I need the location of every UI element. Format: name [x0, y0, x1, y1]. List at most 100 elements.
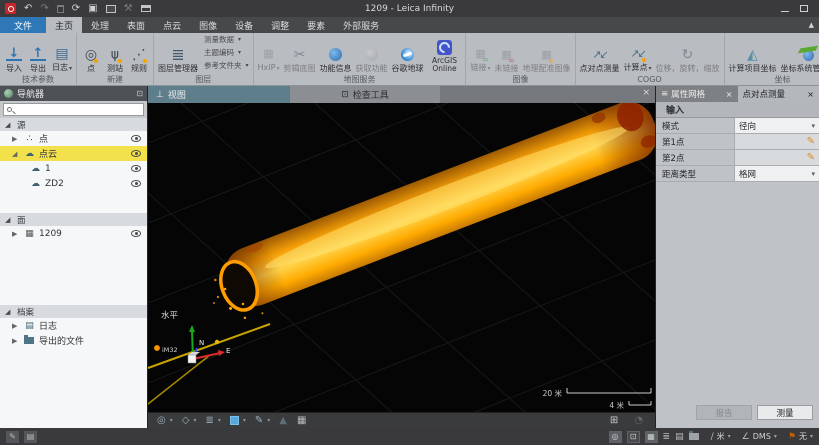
tab-point-to-point[interactable]: 点对点测量 ×: [738, 86, 819, 102]
render-mode-icon[interactable]: ◇: [182, 416, 190, 426]
view-orientation-icon[interactable]: ◎: [157, 416, 166, 426]
toggle-inspector-icon[interactable]: ⊡: [627, 431, 640, 443]
mode-select[interactable]: 径向▾: [734, 118, 819, 133]
tab-images[interactable]: 图像: [190, 17, 226, 33]
zoom-extents-icon[interactable]: ⊞: [610, 416, 618, 426]
distance-unit-selector[interactable]: ∕ 米 ▾: [711, 431, 731, 442]
minimize-button[interactable]: [781, 11, 789, 12]
compute-project-coords-button[interactable]: ◭ 计算项目坐标: [727, 34, 779, 74]
grid-toggle-icon[interactable]: ▦: [297, 416, 306, 426]
arcgis-online-button[interactable]: ArcGIS Online: [425, 34, 463, 74]
tab-processing[interactable]: 处理: [82, 17, 118, 33]
restore-button[interactable]: [800, 5, 808, 12]
pencil-icon[interactable]: ✎: [807, 152, 815, 163]
report-button[interactable]: 报告: [696, 405, 752, 420]
tree-item-exported-files[interactable]: ▶ 导出的文件: [0, 333, 147, 348]
delete-icon[interactable]: [57, 5, 64, 13]
edit-status-icon[interactable]: ✎: [6, 431, 19, 443]
ribbon-collapse-icon[interactable]: ▲: [809, 21, 814, 29]
folder-status-icon[interactable]: [689, 433, 699, 440]
coordinate-system-manager-button[interactable]: 坐标系统管理器: [779, 34, 819, 74]
chevron-down-icon[interactable]: ▾: [170, 417, 173, 424]
journal-button[interactable]: ▤ 日志▾: [50, 34, 74, 74]
report-status-icon[interactable]: ▤: [24, 431, 37, 443]
printer-icon[interactable]: [141, 5, 151, 12]
close-icon[interactable]: ×: [642, 88, 650, 98]
search-input[interactable]: [3, 103, 144, 116]
shading-icon[interactable]: ▲: [279, 416, 287, 426]
tree-section-surfaces[interactable]: ◢ 面: [0, 213, 147, 226]
layers-status-icon[interactable]: ≣: [663, 432, 671, 442]
link-image-button[interactable]: ▦∞ 链接▾: [468, 34, 492, 74]
cube-view-icon[interactable]: [230, 416, 239, 425]
orbit-icon[interactable]: ◔: [634, 416, 643, 426]
visibility-eye-icon[interactable]: [131, 165, 141, 172]
tree-item-cloud-zd2[interactable]: ☁ ZD2: [0, 176, 147, 191]
tab-pointclouds[interactable]: 点云: [154, 17, 190, 33]
tab-surfaces[interactable]: 表面: [118, 17, 154, 33]
layer-reference-folder[interactable]: 参考文件夹▾: [204, 60, 249, 71]
tree-section-archive[interactable]: ◢ 档案: [0, 305, 147, 318]
visibility-eye-icon[interactable]: [131, 135, 141, 142]
clip-basemap-button[interactable]: ✂ 剪辑底图: [281, 34, 317, 74]
pin-icon[interactable]: ⊡: [136, 89, 143, 98]
tab-features[interactable]: 要素: [298, 17, 334, 33]
measure-button[interactable]: 测量: [757, 405, 813, 420]
tree-item-points[interactable]: ▶ ∴ 点: [0, 131, 147, 146]
paint-style-icon[interactable]: ✎: [255, 416, 263, 426]
export-button[interactable]: ↑ 导出: [26, 34, 50, 74]
layers-icon[interactable]: ≣: [205, 416, 213, 426]
tree-item-1209[interactable]: ▶ ▦ 1209: [0, 226, 147, 241]
angle-unit-selector[interactable]: ∠ DMS ▾: [742, 432, 777, 442]
tree-item-cloud-1[interactable]: ☁ 1: [0, 161, 147, 176]
chevron-down-icon[interactable]: ▾: [193, 417, 196, 424]
undo-icon[interactable]: ↶: [24, 4, 32, 14]
chevron-down-icon[interactable]: ▾: [243, 417, 246, 424]
tree-section-source[interactable]: ◢ 源: [0, 118, 147, 131]
tree-item-pointclouds[interactable]: ◢ ☁ 点云: [0, 146, 147, 161]
tab-external-services[interactable]: 外部服务: [334, 17, 388, 33]
tab-adjustments[interactable]: 调整: [262, 17, 298, 33]
visibility-eye-icon[interactable]: [131, 180, 141, 187]
google-earth-button[interactable]: 谷歌地球: [389, 34, 425, 74]
flag-selector[interactable]: ⚑ 无 ▾: [788, 431, 813, 442]
new-setup-button[interactable]: ⋔ 测站: [103, 34, 127, 74]
hxip-button[interactable]: ▦ HxIP▾: [256, 34, 282, 74]
file-menu-button[interactable]: 文件: [0, 17, 46, 33]
tab-inspect-tool[interactable]: ⊡ 检查工具: [290, 86, 440, 103]
layer-theme-coding[interactable]: 主题编码▾: [204, 47, 249, 58]
send-icon[interactable]: ▣: [88, 4, 97, 14]
distance-type-select[interactable]: 格网▾: [734, 166, 819, 181]
feature-info-button[interactable]: 功能信息: [317, 34, 353, 74]
chevron-down-icon[interactable]: ▾: [218, 417, 221, 424]
viewport-3d[interactable]: E N 水平 iM32 20 米 4 米: [148, 103, 655, 412]
point-to-point-button[interactable]: ↗↙ 点对点测量: [578, 34, 622, 74]
redo-icon[interactable]: ↷: [40, 4, 48, 14]
close-icon[interactable]: ×: [807, 90, 814, 99]
point2-field[interactable]: ✎: [734, 150, 819, 165]
import-button[interactable]: ↓ 导入: [2, 34, 26, 74]
compute-point-button[interactable]: ↗↙ 计算点▾: [622, 34, 654, 74]
tab-property-grid[interactable]: ≡ 属性网格 ×: [656, 86, 738, 102]
tab-home[interactable]: 主页: [46, 17, 82, 33]
pencil-icon[interactable]: ✎: [807, 136, 815, 147]
new-rule-button[interactable]: ⋰ 规则: [127, 34, 151, 74]
toggle-property-grid-icon[interactable]: ▦: [645, 431, 658, 443]
tab-instruments[interactable]: 设备: [226, 17, 262, 33]
close-icon[interactable]: ×: [726, 90, 733, 99]
visibility-eye-icon[interactable]: [131, 230, 141, 237]
monitor-icon[interactable]: [106, 5, 116, 13]
new-point-button[interactable]: ◎ 点: [79, 34, 103, 74]
visibility-eye-icon[interactable]: [131, 150, 141, 157]
layer-manager-button[interactable]: ≣ 图层管理器: [156, 34, 200, 74]
georeference-image-button[interactable]: ▦ 地理配准图像: [521, 34, 573, 74]
tab-view[interactable]: ⊥ 视图: [148, 86, 290, 103]
sync-icon[interactable]: ⟳: [72, 4, 80, 14]
tools-icon[interactable]: ⚒: [124, 4, 133, 14]
get-features-button[interactable]: 获取功能: [353, 34, 389, 74]
shift-rotate-scale-button[interactable]: ↻ 位移，旋转，缩放: [654, 34, 722, 74]
tree-item-journal[interactable]: ▶ ▤ 日志: [0, 318, 147, 333]
point1-field[interactable]: ✎: [734, 134, 819, 149]
unlink-image-button[interactable]: ▦∞ 未链接: [493, 34, 521, 74]
layer-measurement-data[interactable]: 测量数据▾: [204, 34, 249, 45]
